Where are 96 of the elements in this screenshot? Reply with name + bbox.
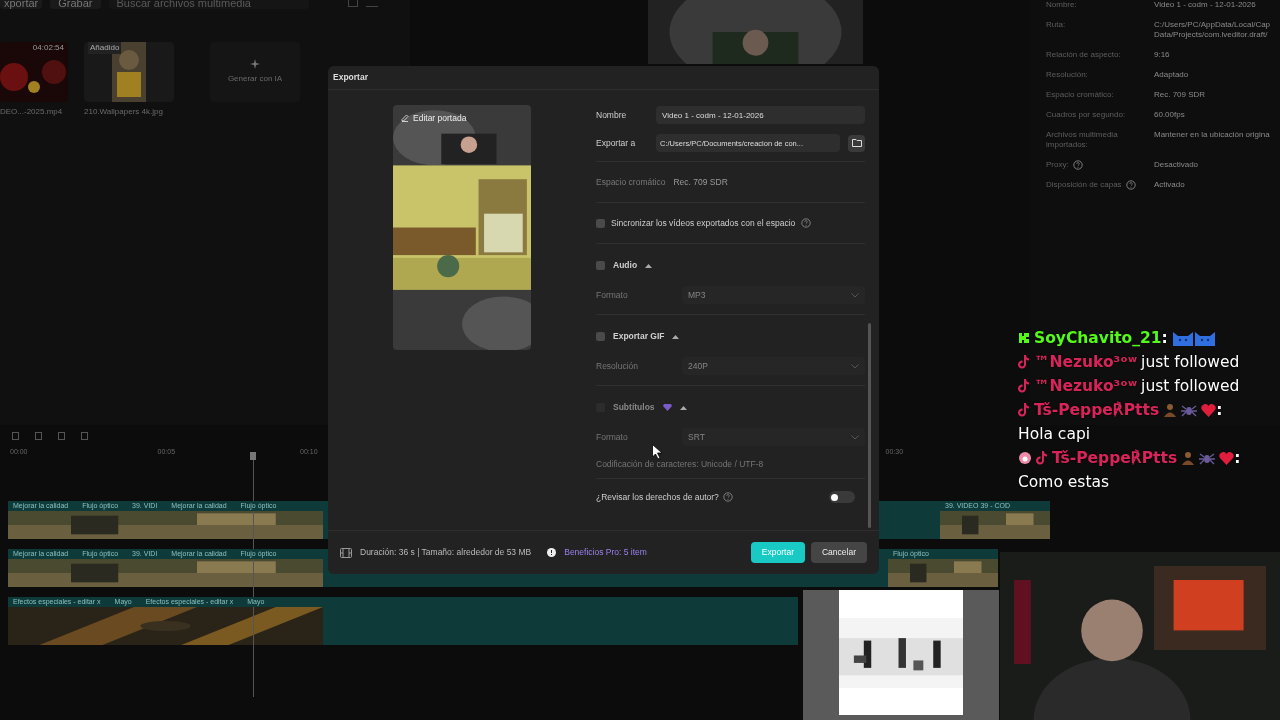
edit-cover-button[interactable]: Editar portada bbox=[401, 112, 467, 125]
checkbox-label: Sincronizar los vídeos exportados con el espacio bbox=[611, 216, 796, 230]
chevron-icon bbox=[851, 434, 859, 440]
field-label: Resolución bbox=[596, 359, 640, 373]
generate-card[interactable]: Generar con IA bbox=[210, 42, 300, 102]
export-summary: Duración: 36 s | Tamaño: alrededor de 53 MB bbox=[360, 546, 532, 559]
folder-button[interactable] bbox=[848, 134, 865, 152]
tiktok-logo-icon bbox=[1036, 451, 1048, 465]
select-field[interactable]: 240P bbox=[682, 357, 865, 375]
property-label: Relación de aspecto: bbox=[1046, 50, 1121, 60]
chat-username: ™Nezuko³ᵒʷ bbox=[1034, 352, 1138, 373]
duration-label: 04:02:54 bbox=[32, 42, 64, 54]
caret-icon bbox=[679, 404, 687, 410]
chat-username: SoyChavito_21 bbox=[1034, 328, 1162, 349]
file-name: DEO...-2025.mp4 bbox=[0, 106, 64, 118]
property-label: Cuadros por segundo: bbox=[1046, 110, 1126, 120]
section-title[interactable]: Exportar GIF bbox=[613, 329, 665, 343]
chevron-icon bbox=[851, 363, 859, 369]
property-value: Video 1 - codm - 12-01-2026 bbox=[1154, 0, 1256, 10]
dialog-title: Exportar bbox=[333, 71, 368, 84]
chat-username: Tš-Peppe℟Ptts bbox=[1052, 448, 1178, 469]
property-label: Disposición de capas bbox=[1046, 180, 1122, 190]
folder-icon bbox=[851, 139, 862, 147]
property-value: 9:16 bbox=[1154, 50, 1170, 60]
cancel-button[interactable]: Cancelar bbox=[810, 542, 867, 563]
cat-emote-icon bbox=[1193, 329, 1216, 347]
cat-emote-icon bbox=[1171, 329, 1194, 347]
person-emoji-icon bbox=[1181, 451, 1196, 465]
encoding-note: Codificación de caracteres: Unicode / UTF-8 bbox=[596, 458, 765, 471]
field-label: Formato bbox=[596, 430, 629, 444]
property-value: Desactivado bbox=[1154, 160, 1199, 170]
chat-username: Tš-Peppe℟Ptts bbox=[1034, 400, 1160, 421]
checkbox[interactable] bbox=[596, 218, 605, 228]
property-value: 60.00fps bbox=[1154, 110, 1185, 120]
pencil-icon bbox=[401, 114, 409, 123]
person-emoji-icon bbox=[1163, 403, 1178, 417]
checkbox[interactable] bbox=[596, 260, 605, 270]
gem-icon bbox=[662, 403, 672, 411]
section-title[interactable]: Audio bbox=[613, 258, 638, 272]
file-name: 210.Wallpapers 4k.jpg bbox=[84, 106, 164, 118]
chevron-icon bbox=[851, 292, 859, 298]
chat-separator: : bbox=[1234, 448, 1241, 469]
pig-badge-icon bbox=[1018, 451, 1032, 465]
generate-label: Generar con IA bbox=[227, 73, 283, 85]
property-value: C:/Users/PC/AppData/Local/Cap bbox=[1154, 20, 1271, 30]
caret-icon bbox=[645, 262, 653, 268]
record-button[interactable]: Grabar bbox=[50, 0, 101, 9]
name-field[interactable]: Video 1 - codm - 12-01-2026 bbox=[656, 106, 865, 124]
import-button[interactable]: xportar bbox=[0, 0, 43, 9]
info-icon bbox=[547, 548, 557, 557]
chat-username: ™Nezuko³ᵒʷ bbox=[1034, 376, 1138, 397]
help-icon bbox=[722, 492, 733, 503]
chat-separator: : bbox=[1216, 400, 1223, 421]
heart-emoji-icon bbox=[1219, 451, 1235, 465]
caret-icon bbox=[672, 333, 680, 339]
follow-notice: just followed bbox=[1141, 376, 1240, 397]
field-label: Exportar a bbox=[596, 136, 637, 150]
property-value: Activado bbox=[1154, 180, 1185, 190]
property-value: Adaptado bbox=[1154, 70, 1189, 80]
field-label: Espacio cromático bbox=[596, 175, 666, 189]
select-field[interactable]: MP3 bbox=[682, 286, 865, 304]
chat-message: Como estas bbox=[1018, 472, 1110, 493]
pro-benefits-link[interactable]: Beneficios Pro: 5 item bbox=[564, 546, 647, 559]
property-value: Data/Projects/com.lveditor.draft/ bbox=[1154, 30, 1269, 40]
toggle-switch[interactable] bbox=[829, 491, 855, 504]
mouse-cursor-icon bbox=[652, 444, 664, 460]
property-label: Ruta: bbox=[1046, 20, 1066, 30]
kick-logo-icon bbox=[1018, 332, 1030, 344]
heart-emoji-icon bbox=[1201, 403, 1217, 417]
help-icon bbox=[801, 218, 812, 228]
tiktok-logo-icon bbox=[1018, 403, 1030, 417]
chat-separator: : bbox=[1161, 328, 1168, 349]
follow-notice: just followed bbox=[1141, 352, 1240, 373]
property-label: Resolución: bbox=[1046, 70, 1088, 80]
tiktok-logo-icon bbox=[1018, 379, 1030, 393]
field-label: Formato bbox=[596, 288, 629, 302]
field-value: Rec. 709 SDR bbox=[673, 175, 728, 189]
media-thumbnail[interactable]: 04:02:54 bbox=[0, 42, 68, 102]
spider-emoji-icon bbox=[1199, 451, 1216, 465]
sparkle-icon bbox=[250, 59, 260, 69]
property-label: Nombre: bbox=[1046, 0, 1077, 10]
property-label: Archivos multimedia importados: bbox=[1046, 130, 1119, 150]
property-value: Rec. 709 SDR bbox=[1154, 90, 1206, 100]
film-icon bbox=[340, 547, 352, 558]
checkbox[interactable] bbox=[596, 331, 605, 341]
tiktok-logo-icon bbox=[1018, 355, 1030, 369]
added-badge: Añadido bbox=[88, 42, 122, 54]
property-value: Mantener en la ubicación origina bbox=[1154, 130, 1270, 140]
media-thumbnail[interactable]: Añadido bbox=[84, 42, 174, 102]
property-label: Proxy: bbox=[1046, 160, 1069, 170]
field-label: Nombre bbox=[596, 108, 628, 122]
toggle-label: ¿Revisar los derechos de autor? bbox=[596, 491, 719, 504]
chat-message: Hola capi bbox=[1018, 424, 1091, 445]
search-field[interactable]: Buscar archivos multimedia bbox=[108, 0, 309, 9]
spider-emoji-icon bbox=[1181, 403, 1198, 417]
property-label: Espacio cromático: bbox=[1046, 90, 1114, 100]
